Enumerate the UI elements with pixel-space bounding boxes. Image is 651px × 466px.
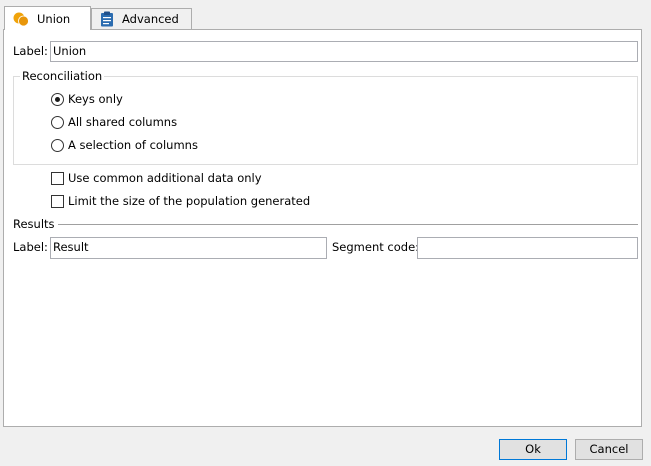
union-icon (13, 11, 29, 27)
label-field-label: Label: (13, 44, 48, 58)
checkbox-limit-population[interactable]: Limit the size of the population generat… (51, 194, 310, 208)
cancel-button-label: Cancel (589, 442, 629, 456)
radio-button[interactable] (51, 115, 64, 129)
reconciliation-title: Reconciliation (20, 69, 105, 83)
label-input[interactable]: Union (50, 41, 638, 62)
ok-button-label: Ok (525, 442, 541, 456)
radio-selection-of-columns[interactable]: A selection of columns (51, 138, 198, 152)
tab-advanced-label: Advanced (122, 12, 179, 26)
cancel-button[interactable]: Cancel (575, 439, 643, 460)
clipboard-icon (100, 11, 114, 27)
tab-union-label: Union (37, 11, 71, 26)
tab-union[interactable]: Union (4, 6, 91, 30)
checkbox-common-additional-data[interactable]: Use common additional data only (51, 171, 262, 185)
union-panel: Label: Union Reconciliation Keys only Al… (3, 29, 642, 427)
radio-button[interactable] (51, 138, 64, 152)
segment-code-label: Segment code: (332, 240, 420, 254)
results-separator (58, 224, 638, 225)
segment-code-input[interactable] (417, 237, 638, 259)
radio-all-shared-columns[interactable]: All shared columns (51, 115, 177, 129)
radio-label: All shared columns (68, 115, 178, 129)
radio-label: A selection of columns (68, 138, 198, 152)
checkbox-label: Limit the size of the population generat… (68, 194, 311, 208)
checkbox[interactable] (51, 194, 64, 208)
tab-advanced[interactable]: Advanced (91, 8, 192, 29)
ok-button[interactable]: Ok (499, 439, 567, 460)
results-title: Results (13, 217, 55, 231)
results-label-label: Label: (13, 240, 48, 254)
checkbox-label: Use common additional data only (68, 171, 262, 185)
checkbox[interactable] (51, 171, 64, 185)
radio-label: Keys only (68, 92, 123, 106)
results-label-input[interactable]: Result (50, 237, 327, 259)
radio-button[interactable] (51, 92, 64, 106)
radio-keys-only[interactable]: Keys only (51, 92, 123, 106)
